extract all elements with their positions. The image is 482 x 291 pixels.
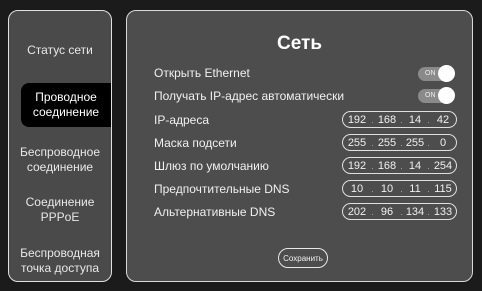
alternative-dns-label: Альтернативные DNS <box>154 205 276 219</box>
sidebar-item-label: Соединение PPPoE <box>25 195 95 224</box>
octet-separator: . <box>427 137 430 148</box>
sidebar-item-label: Проводное соединение <box>32 90 100 119</box>
octet: 42 <box>436 113 450 126</box>
octet-separator: . <box>400 137 403 148</box>
subnet-mask-label: Маска подсети <box>154 136 237 150</box>
sidebar-item-label: Беспроводная точка доступа <box>20 246 100 275</box>
save-button[interactable]: Сохранить <box>278 248 328 268</box>
octet: 10 <box>380 182 394 195</box>
auto-ip-label: Получать IP-адрес автоматически <box>154 89 345 103</box>
octet-separator: . <box>400 114 403 125</box>
octet-separator: . <box>371 183 374 194</box>
octet-separator: . <box>371 160 374 171</box>
screen: Статус сети Проводное соединение Беспров… <box>0 0 482 291</box>
ip-address-field[interactable]: 192. 168. 14. 42 <box>342 111 457 128</box>
octet-separator: . <box>427 183 430 194</box>
screen-edge <box>474 0 482 291</box>
sidebar: Статус сети Проводное соединение Беспров… <box>8 10 112 282</box>
network-settings-panel: Сеть Открыть Ethernet ON Получать IP-адр… <box>126 10 473 282</box>
octet: 96 <box>380 205 394 218</box>
sidebar-item-wired-connection[interactable]: Проводное соединение <box>21 83 111 127</box>
octet: 133 <box>433 205 453 218</box>
octet: 168 <box>377 113 397 126</box>
sidebar-item-label: Статус сети <box>27 42 93 57</box>
toggle-state-text: ON <box>425 92 436 99</box>
octet: 254 <box>433 159 453 172</box>
octet: 115 <box>434 182 452 195</box>
alternative-dns-field[interactable]: 202. 96. 134. 133 <box>342 203 457 220</box>
octet: 168 <box>377 159 397 172</box>
octet-separator: . <box>427 114 430 125</box>
sidebar-item-label: Беспроводное соединение <box>19 145 101 174</box>
default-gateway-field[interactable]: 192. 168. 14. 254 <box>342 157 457 174</box>
octet: 14 <box>408 113 422 126</box>
subnet-mask-field[interactable]: 255. 255. 255. 0 <box>342 134 457 151</box>
toggle-knob <box>438 87 455 104</box>
octet-separator: . <box>371 114 374 125</box>
octet: 0 <box>439 136 447 149</box>
preferred-dns-field[interactable]: 10. 10. 11. 115 <box>342 180 457 197</box>
preferred-dns-label: Предпочтительные DNS <box>154 182 290 196</box>
octet: 14 <box>408 159 422 172</box>
ip-address-label: IP-адреса <box>154 113 210 127</box>
auto-ip-toggle[interactable]: ON <box>418 87 455 104</box>
octet-separator: . <box>400 206 403 217</box>
octet: 11 <box>409 182 421 195</box>
octet-separator: . <box>427 160 430 171</box>
open-ethernet-toggle[interactable]: ON <box>418 65 455 82</box>
sidebar-item-network-status[interactable]: Статус сети <box>9 41 111 59</box>
octet: 255 <box>377 136 397 149</box>
octet-separator: . <box>400 183 403 194</box>
octet-separator: . <box>400 160 403 171</box>
sidebar-item-hotspot[interactable]: Беспроводная точка доступа <box>9 244 111 278</box>
octet: 192 <box>347 159 367 172</box>
toggle-state-text: ON <box>425 70 436 77</box>
octet: 255 <box>405 136 425 149</box>
octet-separator: . <box>427 206 430 217</box>
sidebar-item-pppoe[interactable]: Соединение PPPoE <box>9 193 111 227</box>
octet: 134 <box>405 205 425 218</box>
octet-separator: . <box>371 137 374 148</box>
open-ethernet-label: Открыть Ethernet <box>154 66 250 80</box>
default-gateway-label: Шлюз по умолчанию <box>154 159 269 173</box>
toggle-knob <box>438 65 455 82</box>
octet: 192 <box>347 113 367 126</box>
page-title: Сеть <box>276 33 323 54</box>
octet: 10 <box>350 182 364 195</box>
octet: 202 <box>347 205 367 218</box>
octet: 255 <box>347 136 367 149</box>
sidebar-item-wireless-connection[interactable]: Беспроводное соединение <box>9 143 111 177</box>
octet-separator: . <box>371 206 374 217</box>
